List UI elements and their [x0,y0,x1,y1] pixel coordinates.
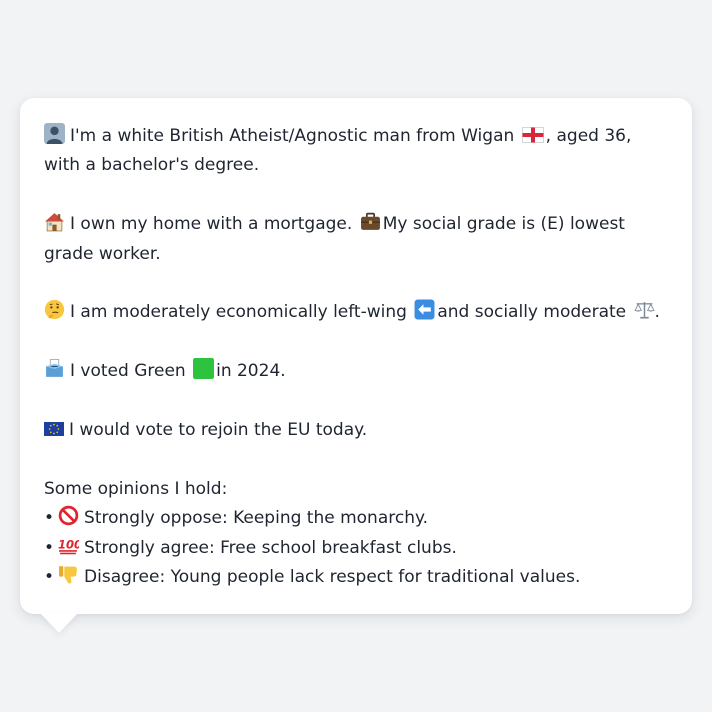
bullet: • [44,508,55,529]
social-stance-text: and socially moderate [437,302,627,323]
svg-text:100: 100 [58,537,79,551]
list-item: • 100 Strongly agree: Free school breakf… [44,534,668,563]
identity-text-main: I'm a white British Atheist/Agnostic man… [70,126,515,146]
left-arrow-icon [414,299,435,320]
house-icon [45,213,64,232]
vote-paragraph: I voted Green in 2024. [44,357,668,386]
prohibited-icon [58,505,79,526]
bubble-tail [40,613,78,633]
politics-paragraph: I am moderately economically left-wing a… [44,298,668,327]
home-paragraph: I own my home with a mortgage. My social… [44,210,668,269]
eu-paragraph: I would vote to rejoin the EU today. [44,416,668,445]
home-ownership-text: I own my home with a mortgage. [70,214,353,235]
bullet: • [44,567,55,588]
ballot-box-icon [46,359,63,378]
opinion-text: Strongly agree: Free school breakfast cl… [84,537,457,558]
list-item: • Strongly oppose: Keeping the monarchy. [44,504,668,533]
green-square-icon [193,358,215,380]
economic-stance-text: I am moderately economically left-wing [70,302,407,323]
briefcase-icon [360,212,380,231]
vote-text: I voted Green [70,361,186,382]
politics-period: . [654,302,660,323]
thumbs-down-icon [59,566,77,584]
bullet: • [44,537,55,558]
opinions-section: Some opinions I hold: • Strongly oppose:… [44,475,668,593]
opinion-text: Strongly oppose: Keeping the monarchy. [84,508,429,529]
person-silhouette-icon [44,123,65,144]
eu-flag-icon [44,422,64,436]
list-item: • Disagree: Young people lack respect fo… [44,563,668,592]
opinions-heading: Some opinions I hold: [44,478,228,499]
identity-paragraph: I'm a white British Atheist/Agnostic man… [44,122,668,181]
eu-text: I would vote to rejoin the EU today. [69,420,368,440]
thinking-face-icon [44,300,65,320]
hundred-points-icon: 100 [58,537,79,554]
opinion-text: Disagree: Young people lack respect for … [84,567,581,588]
persona-message-bubble: I'm a white British Atheist/Agnostic man… [20,98,692,614]
england-flag-icon [521,127,544,143]
vote-year-text: in 2024. [216,361,286,382]
balance-scale-icon [633,302,655,319]
